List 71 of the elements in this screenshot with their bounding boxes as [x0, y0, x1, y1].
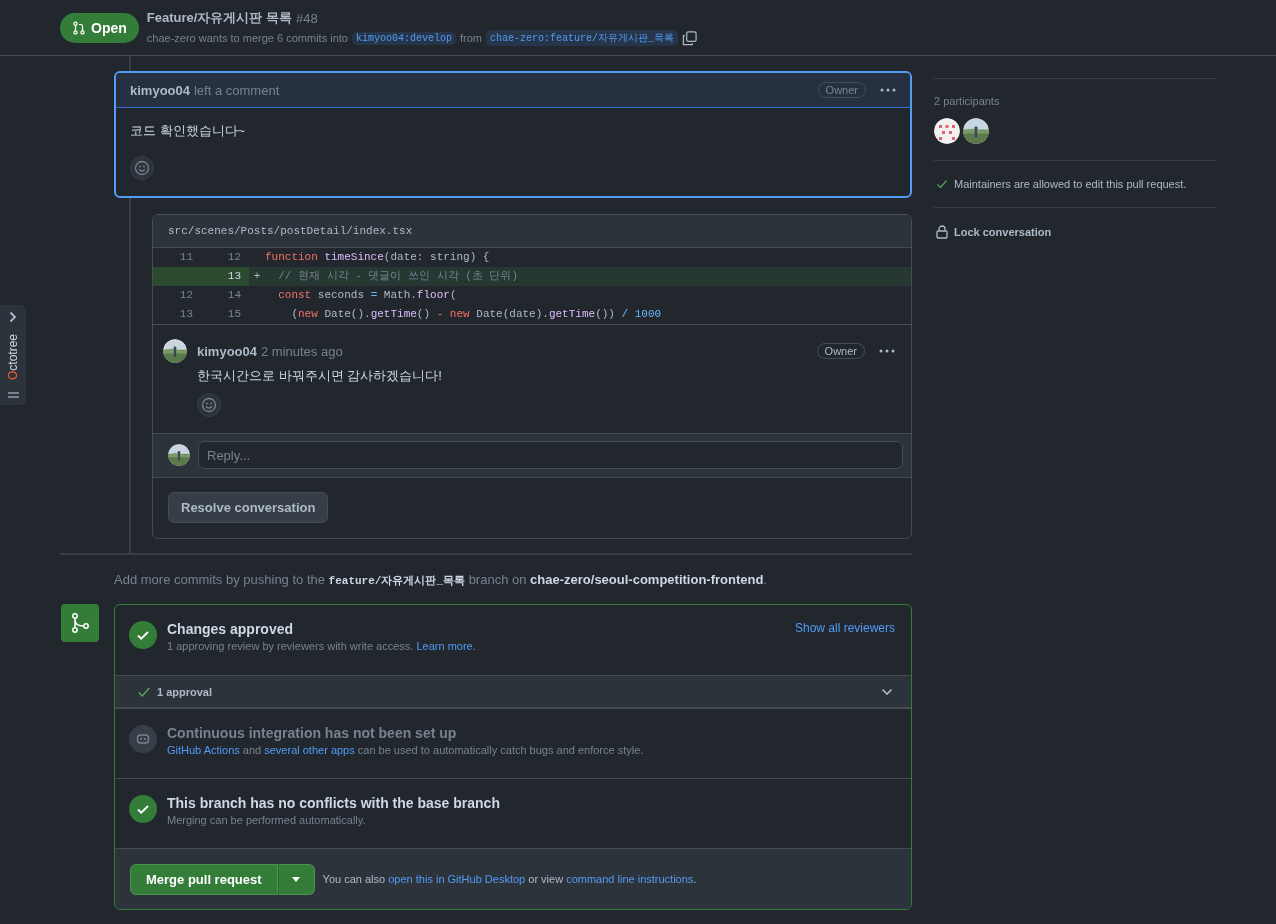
- lock-conversation-button[interactable]: Lock conversation: [954, 226, 1052, 238]
- comment-author[interactable]: kimyoo04: [197, 343, 257, 359]
- more-icon[interactable]: [879, 349, 895, 353]
- merge-hint: You can also open this in GitHub Desktop or view command line instructions.: [322, 873, 697, 885]
- reaction-button[interactable]: [197, 393, 221, 417]
- drag-handle-icon: [7, 391, 19, 399]
- check-circle-icon: [129, 621, 157, 649]
- chevron-down-icon: [881, 687, 893, 696]
- copy-icon[interactable]: [681, 30, 697, 46]
- link[interactable]: open this in GitHub Desktop: [388, 873, 526, 885]
- line-number: 15: [226, 307, 242, 322]
- merge-button[interactable]: Merge pull request: [130, 863, 278, 895]
- line-number: 11: [178, 250, 194, 265]
- push-hint: Add more commits by pushing to the feature/자유게시판_목록 branch on chae-zero/seoul-competition-frontend.: [114, 572, 768, 588]
- status-title: This branch has no conflicts with the base branch: [167, 795, 501, 811]
- approvals-label: 1 approval: [157, 685, 213, 698]
- learn-more-link[interactable]: Learn more.: [416, 640, 476, 652]
- more-icon[interactable]: [880, 88, 896, 92]
- octotree-tab[interactable]: Octotree: [0, 305, 26, 405]
- code-text: (new Date().getTime() - new Date(date).getTime()) / 1000: [290, 307, 663, 322]
- participants-label: 2 participants: [934, 95, 1001, 107]
- maintainers-note: Maintainers are allowed to edit this pull request.: [954, 178, 1187, 190]
- status-title: Changes approved: [167, 621, 295, 637]
- lock-icon: [936, 225, 948, 239]
- status-description: GitHub Actions and several other apps can be used to automatically catch bugs and enforce style.: [167, 744, 645, 756]
- link[interactable]: several other apps: [264, 744, 355, 756]
- comment-time[interactable]: 2 minutes ago: [261, 343, 343, 359]
- from-label: from: [459, 32, 482, 44]
- comment-action: left a comment: [194, 82, 280, 98]
- caret-icon: [292, 876, 301, 882]
- smiley-icon: [201, 397, 217, 413]
- check-icon: [936, 178, 948, 190]
- line-number: 13: [178, 307, 194, 322]
- line-number: 14: [226, 288, 242, 303]
- avatar: [963, 118, 989, 144]
- approvals-row[interactable]: 1 approval: [115, 675, 911, 708]
- merge-options-button[interactable]: [277, 863, 315, 895]
- reaction-button[interactable]: [130, 156, 154, 180]
- reply-field[interactable]: Reply...: [198, 441, 903, 469]
- avatar[interactable]: [934, 118, 960, 144]
- link[interactable]: GitHub Actions: [167, 744, 240, 756]
- chevron-right-icon: [9, 311, 17, 323]
- line-number: 12: [178, 288, 194, 303]
- show-reviewers-link[interactable]: Show all reviewers: [794, 621, 895, 635]
- avatar: [168, 444, 190, 466]
- pull-request-icon: [72, 20, 86, 35]
- avatar: [163, 339, 187, 363]
- smiley-icon: [134, 160, 150, 176]
- octotree-label: Octotree: [6, 334, 20, 380]
- comment-author[interactable]: kimyoo04: [130, 82, 190, 98]
- merge-summary: chae-zero wants to merge 6 commits into: [146, 32, 348, 44]
- line-number: 13: [201, 267, 249, 286]
- comment-text: 코드 확인했습니다~: [130, 122, 247, 140]
- comment-text: 한국시간으로 바꿔주시면 감사하겠습니다!: [197, 367, 443, 385]
- branch-icon: [61, 604, 99, 642]
- status-description: Merging can be performed automatically.: [167, 814, 367, 826]
- check-circle-icon: [129, 795, 157, 823]
- status-description: 1 approving review by reviewers with write access. Learn more.: [167, 640, 477, 652]
- code-text: function timeSince(date: string) {: [264, 250, 491, 265]
- pull-request-title: Feature/자유게시판 목록: [146, 9, 292, 27]
- pull-request-number: #48: [295, 10, 318, 26]
- branch-label[interactable]: chae-zero:feature/자유게시판_목록: [485, 30, 678, 46]
- line-number: 12: [226, 250, 242, 265]
- branch-label[interactable]: kimyoo04:develop: [351, 31, 456, 45]
- code-text: + // 현재 시각 - 댓글이 쓰인 시각 (초 단위): [252, 269, 520, 284]
- status-title: Continuous integration has not been set up: [167, 725, 458, 741]
- code-text: const seconds = Math.floor(: [277, 288, 458, 303]
- file-path[interactable]: src/scenes/Posts/postDetail/index.tsx: [168, 225, 413, 237]
- robot-icon: [129, 725, 157, 753]
- state-label: Open: [91, 19, 127, 36]
- resolve-button[interactable]: Resolve conversation: [168, 492, 329, 523]
